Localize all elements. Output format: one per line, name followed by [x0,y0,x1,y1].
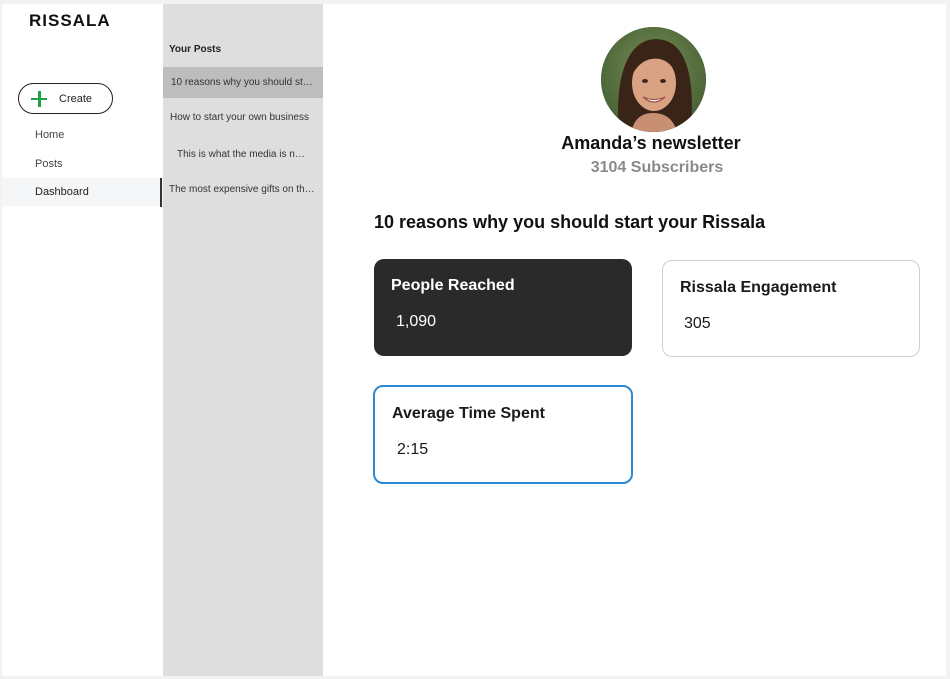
create-button-label: Create [59,92,93,105]
subscriber-count: 3104 Subscribers [590,159,724,176]
engagement-card: Rissala Engagement 305 [662,260,920,357]
sidebar-item-home[interactable]: Home [2,121,163,149]
average-time-title: Average Time Spent [392,405,545,422]
newsletter-name: Amanda’s newsletter [561,133,741,153]
create-button[interactable]: Create [18,83,113,114]
post-list-item[interactable]: 10 reasons why you should start your Ris… [163,67,323,98]
people-reached-card: People Reached 1,090 [374,259,632,356]
people-reached-value: 1,090 [396,313,437,330]
active-nav-indicator [160,178,162,207]
engagement-value: 305 [684,315,711,332]
average-time-card: Average Time Spent 2:15 [373,385,633,484]
sidebar-nav: RISSALA Create Home Posts Dashboard [2,4,163,676]
average-time-value: 2:15 [397,441,429,458]
posts-panel-title: Your Posts [169,44,222,55]
people-reached-title: People Reached [391,277,515,294]
app-logo: RISSALA [29,11,111,30]
engagement-title: Rissala Engagement [680,279,837,296]
avatar [601,27,706,132]
post-list-item[interactable]: How to start your own business [163,102,323,133]
dashboard-main: Amanda’s newsletter 3104 Subscribers 10 … [323,4,946,676]
plus-icon [31,90,47,107]
post-heading: 10 reasons why you should start your Ris… [374,212,766,232]
sidebar-item-posts[interactable]: Posts [2,150,163,178]
sidebar-item-dashboard[interactable]: Dashboard [2,178,163,206]
post-list-item[interactable]: The most expensive gifts on the market [163,174,323,205]
app-window: RISSALA Create Home Posts Dashboard Your… [2,4,946,676]
post-list-item[interactable]: This is what the media is not telling yo… [163,139,323,170]
posts-panel: Your Posts 10 reasons why you should sta… [163,4,323,676]
